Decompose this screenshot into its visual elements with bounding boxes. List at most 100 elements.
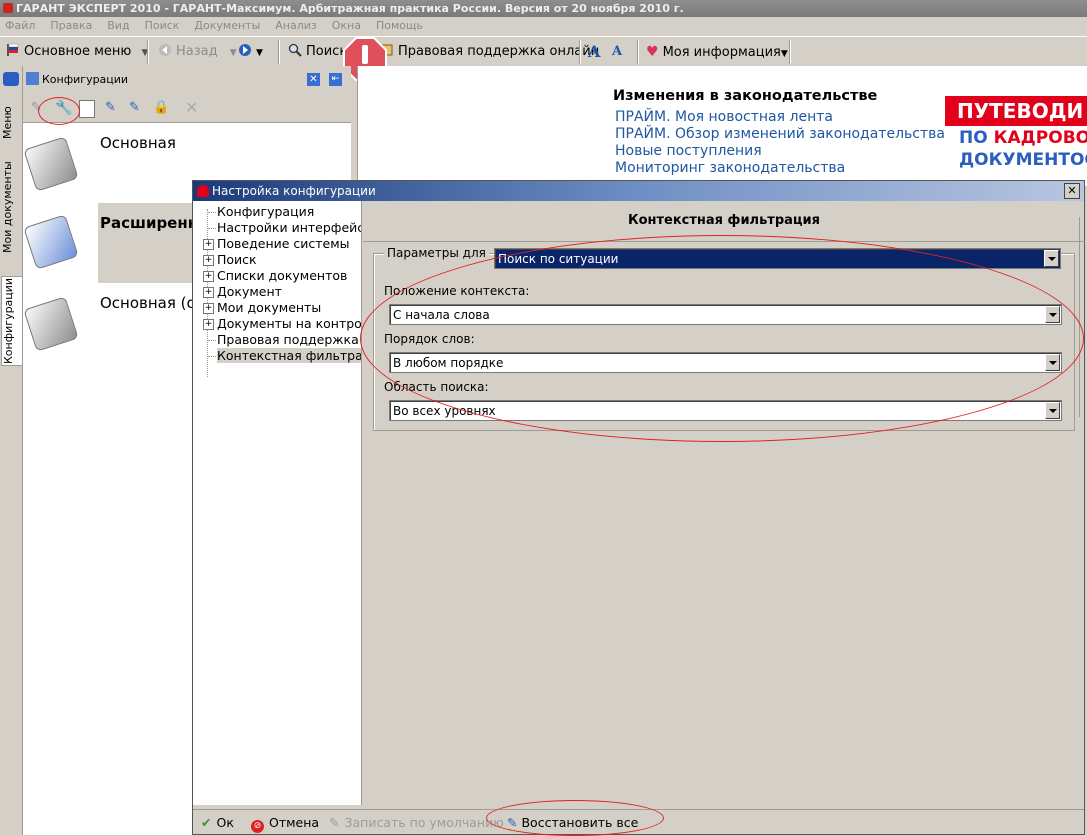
- menu-file[interactable]: Файл: [5, 19, 35, 32]
- window-title: ГАРАНТ ЭКСПЕРТ 2010 - ГАРАНТ-Максимум. А…: [16, 2, 684, 15]
- tab-menu[interactable]: Меню: [1, 94, 21, 152]
- expand-icon[interactable]: +: [203, 319, 214, 330]
- menu-search[interactable]: Поиск: [145, 19, 180, 32]
- forward-button[interactable]: ▼: [238, 42, 263, 62]
- link-changes-review[interactable]: ПРАЙМ. Обзор изменений законодательства: [615, 126, 945, 142]
- document-icon[interactable]: [79, 100, 95, 118]
- edit-config-icon[interactable]: ✎: [129, 100, 145, 116]
- link-new-arrivals[interactable]: Новые поступления: [615, 143, 762, 159]
- ok-label: Ок: [216, 815, 234, 830]
- my-info-button[interactable]: ♥ Моя информация▼: [646, 42, 788, 62]
- toolbar-separator: [278, 40, 280, 64]
- font-decrease-button[interactable]: A: [612, 42, 622, 62]
- my-info-label: Моя информация: [662, 45, 781, 60]
- tree-item-context-filter[interactable]: Контекстная фильтрация: [217, 348, 361, 363]
- window-title-bar: ГАРАНТ ЭКСПЕРТ 2010 - ГАРАНТ-Максимум. А…: [0, 0, 1087, 17]
- panel-header: Конфигурации ✕ ⇤: [23, 66, 351, 94]
- copy-config-icon[interactable]: ✎: [105, 100, 121, 116]
- tree-item-behavior[interactable]: Поведение системы: [217, 236, 350, 251]
- main-menu-button[interactable]: Основное меню ▼: [6, 42, 148, 62]
- heart-icon: ♥: [646, 44, 659, 60]
- link-monitoring[interactable]: Мониторинг законодательства: [615, 160, 845, 176]
- chevron-down-icon[interactable]: [1044, 250, 1059, 267]
- menu-view[interactable]: Вид: [107, 19, 129, 32]
- annotation-ellipse: [360, 235, 1084, 442]
- dialog-title-bar: Настройка конфигурации ✕: [193, 181, 1084, 201]
- main-content-area: Изменения в законодательстве ПРАЙМ. Моя …: [357, 66, 1087, 186]
- close-icon[interactable]: ✕: [307, 73, 320, 86]
- tree-item-configuration[interactable]: Конфигурация: [217, 204, 314, 219]
- ok-button[interactable]: ✔ Ок: [201, 814, 234, 832]
- changes-heading: Изменения в законодательстве: [613, 88, 878, 104]
- save-default-button[interactable]: ✎ Записать по умолчанию: [329, 814, 504, 832]
- banner-line3[interactable]: ДОКУМЕНТОС: [959, 150, 1087, 170]
- expand-icon[interactable]: +: [203, 255, 214, 266]
- font-increase-button[interactable]: A: [588, 42, 600, 62]
- config-advanced-icon: [23, 214, 79, 270]
- tree-item-doc-lists[interactable]: Списки документов: [217, 268, 347, 283]
- flag-icon: [7, 43, 19, 56]
- chevron-down-icon[interactable]: [1045, 402, 1060, 419]
- panel-scroll-edge: [1079, 217, 1085, 417]
- expand-icon[interactable]: +: [203, 303, 214, 314]
- dialog-title: Настройка конфигурации: [212, 184, 376, 198]
- tree-item-search[interactable]: Поиск: [217, 252, 257, 267]
- legal-support-label: Правовая поддержка онлайн: [398, 44, 600, 59]
- pin-icon[interactable]: ⇤: [329, 73, 342, 86]
- panel-icon: [3, 72, 19, 86]
- tab-configurations-label: Конфигурации: [2, 277, 15, 365]
- toolbar-separator: [789, 40, 791, 64]
- side-tab-strip: Меню Мои документы Конфигурации: [0, 66, 23, 835]
- close-icon[interactable]: ✕: [1064, 183, 1080, 199]
- config-item-advanced[interactable]: Расширенн: [100, 214, 198, 232]
- toolbar-separator: [579, 40, 581, 64]
- menu-analysis[interactable]: Анализ: [275, 19, 317, 32]
- expand-icon[interactable]: +: [203, 287, 214, 298]
- tab-my-documents[interactable]: Мои документы: [1, 161, 21, 253]
- menu-help[interactable]: Помощь: [376, 19, 423, 32]
- cancel-label: Отмена: [269, 815, 320, 830]
- menu-edit[interactable]: Правка: [50, 19, 92, 32]
- main-toolbar: Основное меню ▼ Назад ▼ ▼ Поиск Правовая…: [0, 36, 1087, 68]
- delete-icon[interactable]: ✕: [185, 98, 201, 117]
- tree-item-controlled-docs[interactable]: Документы на контроле: [217, 316, 361, 331]
- cancel-button[interactable]: ⊘ Отмена: [251, 814, 320, 833]
- save-default-label: Записать по умолчанию: [344, 815, 504, 830]
- tab-configurations[interactable]: Конфигурации: [1, 276, 23, 366]
- link-news-feed[interactable]: ПРАЙМ. Моя новостная лента: [615, 109, 833, 125]
- back-button[interactable]: Назад ▼: [158, 42, 237, 62]
- app-icon: [197, 185, 209, 197]
- banner-word-hr: КАДРОВО: [993, 128, 1087, 148]
- tree-guide: [208, 228, 216, 229]
- legal-support-button[interactable]: Правовая поддержка онлайн: [380, 42, 599, 62]
- banner-subtitle[interactable]: ПО КАДРОВО: [959, 128, 1087, 148]
- config-folder-icon: [23, 136, 79, 192]
- expand-icon[interactable]: +: [203, 239, 214, 250]
- banner-title[interactable]: ПУТЕВОДИ: [945, 96, 1087, 126]
- forward-arrow-icon: [239, 44, 251, 56]
- search-button[interactable]: Поиск: [288, 42, 347, 62]
- banner-word-po: ПО: [959, 128, 994, 148]
- config-item-basic-copy[interactable]: Основная (с: [100, 294, 195, 312]
- menu-documents[interactable]: Документы: [194, 19, 260, 32]
- app-icon: [3, 3, 13, 13]
- lock-icon[interactable]: 🔒: [153, 100, 169, 116]
- tree-guide: [208, 212, 216, 213]
- back-arrow-icon: [159, 44, 171, 56]
- chevron-down-icon: ▼: [780, 49, 788, 59]
- params-for-label: Параметры для: [384, 246, 489, 260]
- tree-item-my-documents[interactable]: Мои документы: [217, 300, 321, 315]
- tree-item-document[interactable]: Документ: [217, 284, 282, 299]
- search-icon: [288, 43, 302, 57]
- tab-menu-label: Меню: [1, 106, 14, 140]
- chevron-down-icon: ▼: [229, 48, 237, 58]
- tree-item-legal-support[interactable]: Правовая поддержка он: [217, 332, 361, 347]
- tab-my-documents-label: Мои документы: [1, 161, 14, 253]
- checkmark-icon: ✔: [201, 815, 212, 830]
- tree-item-interface[interactable]: Настройки интерфейса: [217, 220, 361, 235]
- menu-windows[interactable]: Окна: [332, 19, 361, 32]
- config-item-basic[interactable]: Основная: [100, 134, 176, 152]
- config-icon: [26, 72, 39, 85]
- expand-icon[interactable]: +: [203, 271, 214, 282]
- search-label: Поиск: [306, 44, 348, 59]
